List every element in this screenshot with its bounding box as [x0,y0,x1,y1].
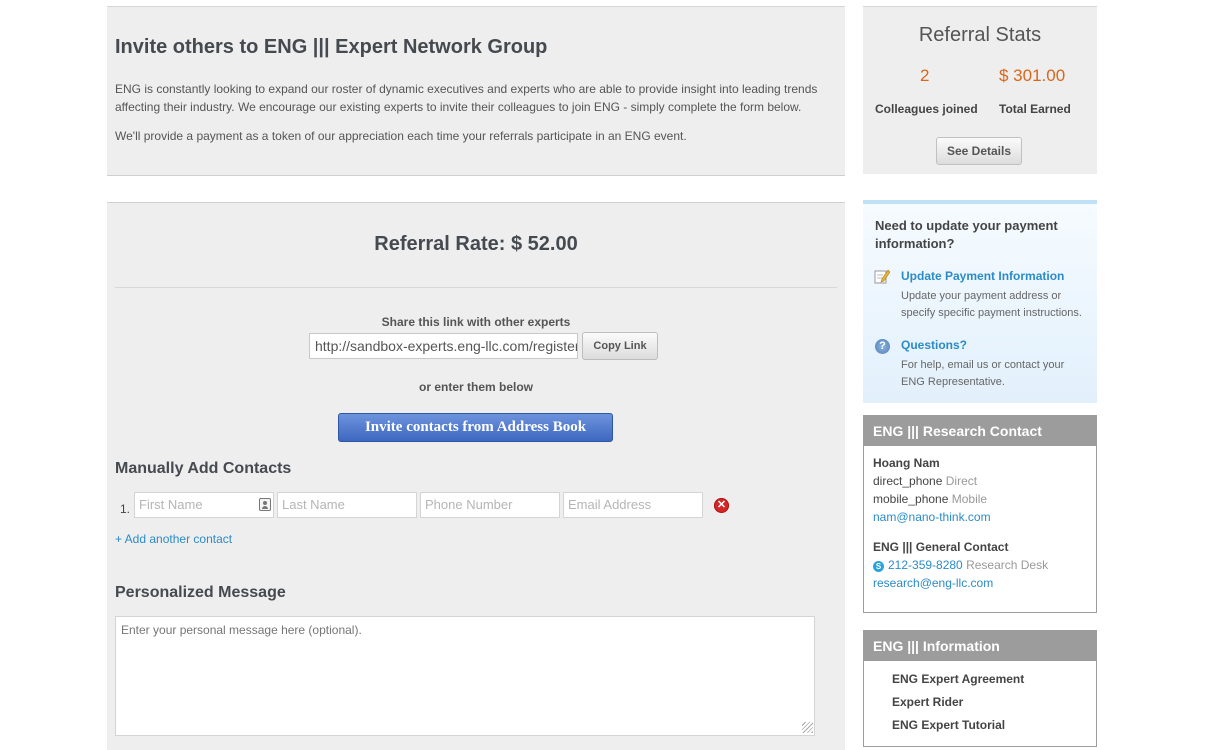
personalized-message-heading: Personalized Message [115,584,286,601]
remove-icon[interactable]: ✕ [714,498,729,513]
info-link-expert-rider[interactable]: Expert Rider [892,695,963,709]
invite-form-panel: Referral Rate: $ 52.00 Share this link w… [107,202,845,750]
direct-phone-label: Direct [945,474,978,488]
page-title: Invite others to ENG ||| Expert Network … [115,36,548,58]
address-card-icon[interactable] [259,498,271,511]
edit-pencil-icon [874,269,890,284]
resize-grip-icon[interactable] [802,722,813,733]
last-name-field[interactable]: Last Name [277,492,417,518]
general-phone-label: Research Desk [966,558,1049,572]
personal-message-textarea[interactable] [115,616,815,736]
mobile-phone-value: mobile_phone [873,492,949,506]
help-question-icon: ? [875,339,890,354]
share-link-label: Share this link with other experts [381,315,571,329]
general-phone-line: S 212-359-8280 Research Desk [873,558,1048,572]
research-contact-header: ENG ||| Research Contact [864,416,1096,446]
copy-link-button[interactable]: Copy Link [582,332,658,360]
payment-info-panel: Need to update your payment information?… [863,200,1097,403]
total-earned-value: $ 301.00 [999,66,1066,85]
see-details-button[interactable]: See Details [936,137,1022,165]
referral-rate: Referral Rate: $ 52.00 [374,233,578,255]
first-name-field[interactable]: First Name [134,492,274,518]
referral-stats-title: Referral Stats [918,24,1042,46]
update-payment-link[interactable]: Update Payment Information [901,269,1064,283]
intro-paragraph-payment: We'll provide a payment as a token of ou… [115,129,687,143]
intro-panel: Invite others to ENG ||| Expert Network … [107,6,845,176]
info-link-expert-tutorial[interactable]: ENG Expert Tutorial [892,718,1005,732]
mobile-phone-line: mobile_phone Mobile [873,492,987,506]
information-header: ENG ||| Information [864,631,1096,661]
questions-link[interactable]: Questions? [901,338,967,352]
information-box: ENG ||| Information ENG Expert Agreement… [863,630,1097,747]
colleagues-joined-count: 2 [920,66,930,85]
or-enter-label: or enter them below [418,380,534,394]
contact-email-link[interactable]: nam@nano-think.com [873,510,991,524]
direct-phone-value: direct_phone [873,474,943,488]
mobile-phone-label: Mobile [951,492,988,506]
questions-description: For help, email us or contact your ENG R… [901,359,1065,388]
divider [115,287,837,288]
share-link-input[interactable]: http://sandbox-experts.eng-llc.com/regis… [309,333,578,359]
email-address-field[interactable]: Email Address [563,492,703,518]
contact-name: Hoang Nam [873,456,940,470]
total-earned-label: Total Earned [999,102,1071,116]
direct-phone-line: direct_phone Direct [873,474,977,488]
contact-row-number: 1. [120,502,131,516]
colleagues-joined-label: Colleagues joined [875,102,978,116]
update-payment-description: Update your payment address or specify s… [901,290,1082,319]
payment-question: Need to update your payment information? [875,218,1058,251]
add-another-contact-link[interactable]: + Add another contact [115,532,232,546]
research-contact-box: ENG ||| Research Contact Hoang Nam direc… [863,415,1097,613]
info-link-expert-agreement[interactable]: ENG Expert Agreement [892,672,1024,686]
referral-stats-panel: Referral Stats 2 $ 301.00 Colleagues joi… [863,6,1097,174]
general-contact-heading: ENG ||| General Contact [873,540,1009,554]
phone-number-field[interactable]: Phone Number [420,492,560,518]
intro-paragraph: ENG is constantly looking to expand our … [115,82,818,114]
skype-icon: S [873,561,884,572]
manual-contacts-heading: Manually Add Contacts [115,460,292,477]
general-phone-link[interactable]: 212-359-8280 [888,558,963,572]
general-email-link[interactable]: research@eng-llc.com [873,576,993,590]
invite-address-book-button[interactable]: Invite contacts from Address Book [338,413,613,442]
